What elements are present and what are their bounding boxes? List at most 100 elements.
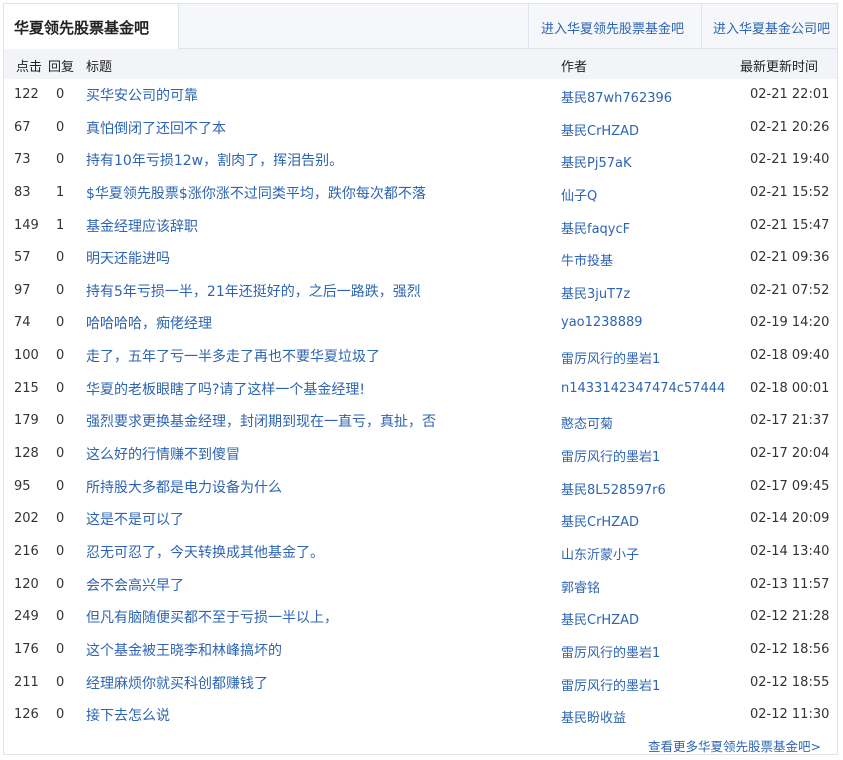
post-title-link[interactable]: 基金经理应该辞职 <box>86 216 198 236</box>
author-link[interactable]: 基民faqycF <box>561 218 630 237</box>
author-link[interactable]: 基民盼收益 <box>561 707 626 726</box>
post-title-link[interactable]: 走了，五年了亏一半多走了再也不要华夏垃圾了 <box>86 346 380 366</box>
table-row: 67 0 真怕倒闭了还回不了本 基民CrHZAD 02-21 20:26 <box>4 112 837 145</box>
author-link[interactable]: 基民CrHZAD <box>561 511 639 530</box>
updated-time: 02-12 18:56 <box>750 641 830 657</box>
post-title-link[interactable]: 真怕倒闭了还回不了本 <box>86 118 226 138</box>
updated-time: 02-21 20:26 <box>750 119 830 135</box>
tab-enter-fund-forum-label[interactable]: 进入华夏领先股票基金吧 <box>541 18 684 37</box>
post-title-link[interactable]: 会不会高兴早了 <box>86 575 184 595</box>
author-link[interactable]: 基民8L528597r6 <box>561 479 666 498</box>
reply-count: 0 <box>56 641 65 657</box>
author-link[interactable]: 基民Pj57aK <box>561 152 632 171</box>
author-link[interactable]: 憨态可菊 <box>561 413 613 432</box>
post-title-link[interactable]: 这是不是可以了 <box>86 509 184 529</box>
table-row: 211 0 经理麻烦你就买科创都赚钱了 雷厉风行的墨岩1 02-12 18:55 <box>4 667 837 700</box>
author-link[interactable]: 山东沂蒙小子 <box>561 544 639 563</box>
reply-count: 0 <box>56 87 65 102</box>
author-link[interactable]: 郭睿铭 <box>561 577 600 596</box>
table-row: 57 0 明天还能进吗 牛市投基 02-21 09:36 <box>4 242 837 275</box>
column-header-author: 作者 <box>561 60 588 75</box>
click-count: 73 <box>14 152 31 168</box>
post-title-link[interactable]: 接下去怎么说 <box>86 705 170 725</box>
reply-count: 0 <box>56 511 65 527</box>
post-title-link[interactable]: 持有10年亏损12w，割肉了，挥泪告别。 <box>86 150 343 170</box>
post-title-link[interactable]: 这个基金被王晓李和林峰搞坏的 <box>86 640 282 660</box>
tab-bar: 华夏领先股票基金吧 进入华夏领先股票基金吧 进入华夏基金公司吧 <box>4 4 837 49</box>
updated-time: 02-19 14:20 <box>750 315 830 331</box>
author-link[interactable]: 雷厉风行的墨岩1 <box>561 446 660 465</box>
reply-count: 0 <box>56 576 65 592</box>
table-row: 128 0 这么好的行情赚不到傻冒 雷厉风行的墨岩1 02-17 20:04 <box>4 438 837 471</box>
click-count: 122 <box>14 87 39 102</box>
post-title-link[interactable]: 华夏的老板眼瞎了吗?请了这样一个基金经理! <box>86 379 365 399</box>
tab-enter-company-forum-label[interactable]: 进入华夏基金公司吧 <box>713 18 830 37</box>
author-link[interactable]: n1433142347474c57444 <box>561 381 725 396</box>
updated-time: 02-21 15:47 <box>750 217 830 233</box>
click-count: 74 <box>14 315 31 331</box>
post-list: 122 0 买华安公司的可靠 基民87wh762396 02-21 22:01 67 0 真怕… <box>4 79 837 732</box>
click-count: 67 <box>14 119 31 135</box>
table-row: 74 0 哈哈哈哈，痴佬经理 yao1238889 02-19 14:20 <box>4 307 837 340</box>
column-header-clicks: 点击 <box>16 60 43 75</box>
author-link[interactable]: 雷厉风行的墨岩1 <box>561 348 660 367</box>
column-header-title: 标题 <box>86 60 113 75</box>
column-header-replies: 回复 <box>48 60 75 75</box>
post-title-link[interactable]: 明天还能进吗 <box>86 248 170 268</box>
click-count: 216 <box>14 543 39 559</box>
post-title-link[interactable]: 但凡有脑随便买都不至于亏损一半以上， <box>86 607 338 627</box>
click-count: 211 <box>14 674 39 690</box>
click-count: 97 <box>14 282 31 298</box>
author-link[interactable]: 雷厉风行的墨岩1 <box>561 675 660 694</box>
reply-count: 0 <box>56 152 65 168</box>
reply-count: 1 <box>56 184 65 200</box>
table-row: 216 0 忍无可忍了，今天转换成其他基金了。 山东沂蒙小子 02-14 13:40 <box>4 536 837 569</box>
updated-time: 02-14 13:40 <box>750 543 830 559</box>
post-title-link[interactable]: 这么好的行情赚不到傻冒 <box>86 444 240 464</box>
click-count: 249 <box>14 609 39 625</box>
author-link[interactable]: yao1238889 <box>561 315 643 330</box>
table-row: 122 0 买华安公司的可靠 基民87wh762396 02-21 22:01 <box>4 79 837 112</box>
click-count: 57 <box>14 250 31 266</box>
post-title-link[interactable]: 哈哈哈哈，痴佬经理 <box>86 313 212 333</box>
post-title-link[interactable]: 经理麻烦你就买科创都赚钱了 <box>86 673 268 693</box>
updated-time: 02-17 21:37 <box>750 413 830 429</box>
author-link[interactable]: 牛市投基 <box>561 250 613 269</box>
click-count: 176 <box>14 641 39 657</box>
author-link[interactable]: 仙子Q <box>561 185 597 204</box>
post-title-link[interactable]: 忍无可忍了，今天转换成其他基金了。 <box>86 542 324 562</box>
author-link[interactable]: 基民3juT7z <box>561 283 630 302</box>
tab-enter-company-forum[interactable]: 进入华夏基金公司吧 <box>701 4 837 48</box>
reply-count: 0 <box>56 543 65 559</box>
tab-enter-fund-forum[interactable]: 进入华夏领先股票基金吧 <box>528 4 701 48</box>
click-count: 120 <box>14 576 39 592</box>
post-title-link[interactable]: 强烈要求更换基金经理，封闭期到现在一直亏，真扯，否 <box>86 411 436 431</box>
updated-time: 02-17 09:45 <box>750 478 830 494</box>
click-count: 149 <box>14 217 39 233</box>
table-header: 点击 回复 标题 作者 最新更新时间 <box>4 49 837 79</box>
author-link[interactable]: 雷厉风行的墨岩1 <box>561 642 660 661</box>
click-count: 100 <box>14 348 39 364</box>
post-title-link[interactable]: 持有5年亏损一半，21年还挺好的，之后一路跌，强烈 <box>86 281 421 301</box>
reply-count: 0 <box>56 674 65 690</box>
updated-time: 02-14 20:09 <box>750 511 830 527</box>
reply-count: 0 <box>56 380 65 396</box>
table-row: 176 0 这个基金被王晓李和林峰搞坏的 雷厉风行的墨岩1 02-12 18:56 <box>4 634 837 667</box>
post-title-link[interactable]: $华夏领先股票$涨你涨不过同类平均，跌你每次都不落 <box>86 183 426 203</box>
more-posts-link[interactable]: 查看更多华夏领先股票基金吧> <box>648 736 821 755</box>
table-row: 97 0 持有5年亏损一半，21年还挺好的，之后一路跌，强烈 基民3juT7z 02-2… <box>4 275 837 308</box>
reply-count: 0 <box>56 609 65 625</box>
post-title-link[interactable]: 买华安公司的可靠 <box>86 85 198 105</box>
reply-count: 0 <box>56 446 65 462</box>
post-title-link[interactable]: 所持股大多都是电力设备为什么 <box>86 477 282 497</box>
reply-count: 0 <box>56 282 65 298</box>
author-link[interactable]: 基民CrHZAD <box>561 120 639 139</box>
click-count: 128 <box>14 446 39 462</box>
table-row: 95 0 所持股大多都是电力设备为什么 基民8L528597r6 02-17 09:45 <box>4 471 837 504</box>
author-link[interactable]: 基民CrHZAD <box>561 609 639 628</box>
updated-time: 02-21 22:01 <box>750 87 830 102</box>
tab-active-forum[interactable]: 华夏领先股票基金吧 <box>4 4 179 49</box>
click-count: 126 <box>14 707 39 723</box>
updated-time: 02-21 09:36 <box>750 250 830 266</box>
author-link[interactable]: 基民87wh762396 <box>561 87 672 106</box>
